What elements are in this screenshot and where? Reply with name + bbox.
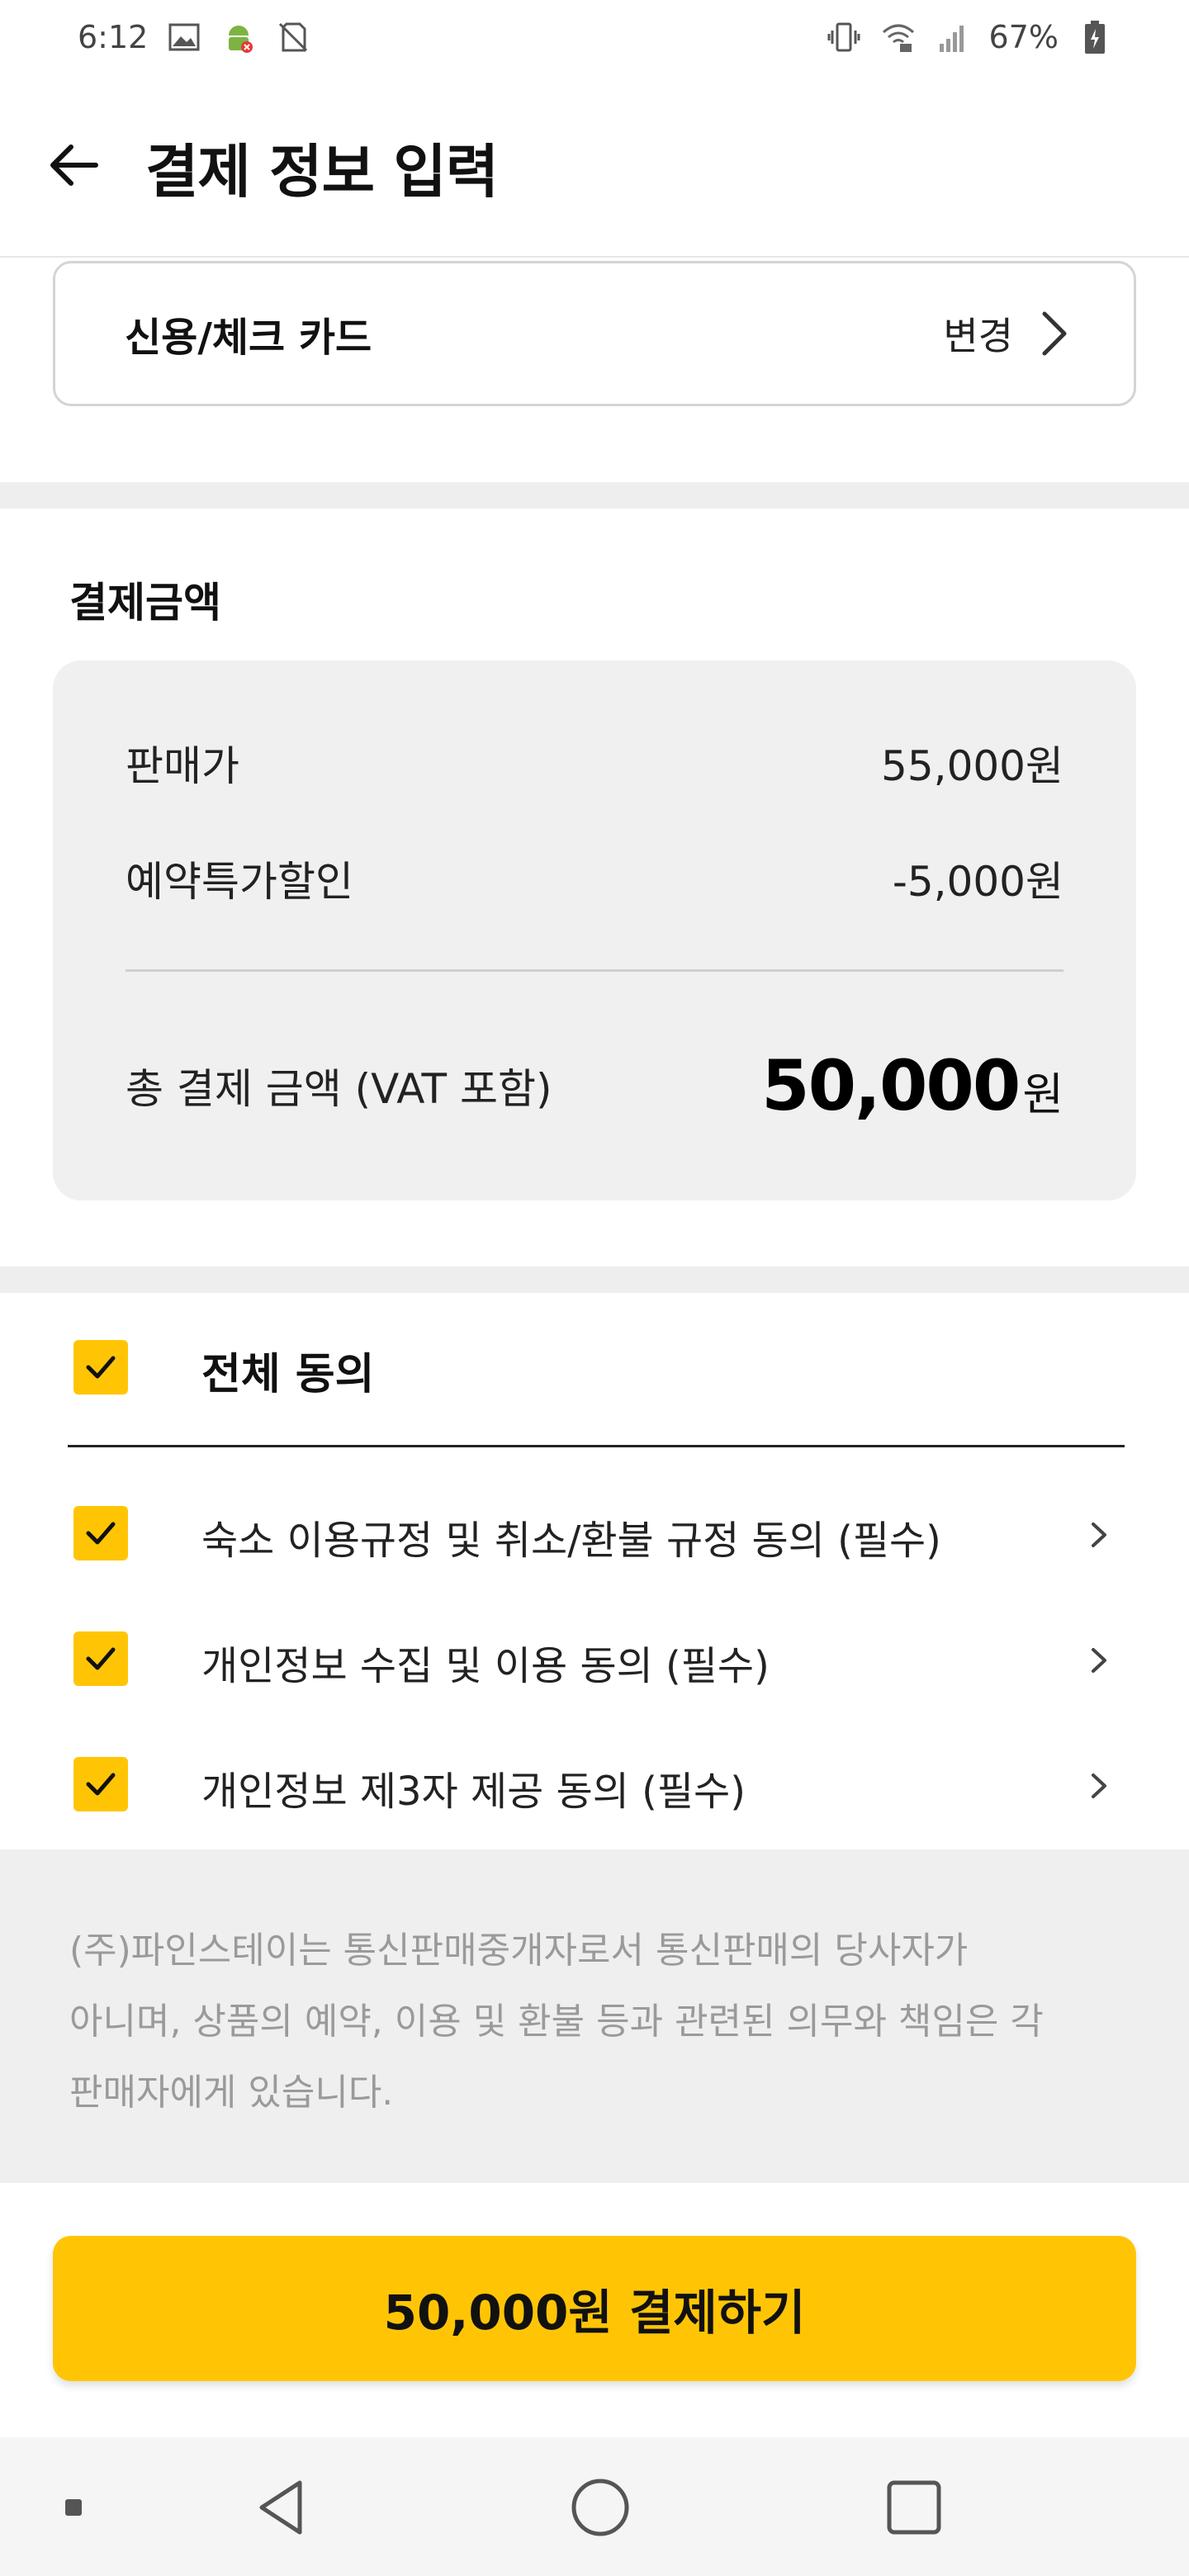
change-payment-button[interactable]: 변경: [943, 306, 1071, 361]
section-divider: [0, 1267, 1189, 1293]
payment-method-name: 신용/체크 카드: [125, 315, 372, 361]
agreement-checkbox[interactable]: [73, 1631, 128, 1686]
system-nav-bar: [0, 2437, 1189, 2576]
pay-button[interactable]: 50,000원 결제하기: [53, 2236, 1136, 2381]
status-left: 6:12: [78, 19, 311, 55]
change-label: 변경: [943, 314, 1013, 358]
menu-dot-icon: [65, 2499, 82, 2516]
price-value: 55,000원: [881, 742, 1063, 790]
no-sim-icon: [275, 19, 311, 55]
total-value: 50,000 원: [761, 1045, 1063, 1126]
discount-value: -5,000원: [892, 858, 1063, 906]
nav-back-button[interactable]: [246, 2470, 320, 2545]
image-icon: [166, 19, 202, 55]
total-unit: 원: [1022, 1068, 1063, 1120]
agreement-checkbox[interactable]: [73, 1506, 128, 1560]
chevron-right-icon: [1042, 311, 1067, 356]
page-title: 결제 정보 입력: [145, 138, 499, 206]
amount-row: 예약특가할인 -5,000원: [126, 849, 1063, 908]
chevron-right-icon[interactable]: [1082, 1765, 1115, 1807]
notice-line: 판매자에게 있습니다.: [69, 2072, 394, 2114]
discount-label: 예약특가할인: [126, 858, 353, 906]
agree-all-label[interactable]: 전체 동의: [201, 1339, 374, 1401]
chevron-right-icon[interactable]: [1082, 1514, 1115, 1556]
notice-line: 아니며, 상품의 예약, 이용 및 환불 등과 관련된 의무와 책임은 각: [69, 2001, 1044, 2043]
battery-percent: 67%: [988, 19, 1059, 55]
back-triangle-icon: [259, 2480, 302, 2535]
nav-recents-button[interactable]: [877, 2470, 951, 2545]
agree-all-checkbox[interactable]: [73, 1340, 128, 1395]
home-circle-icon: [571, 2479, 629, 2536]
agreement-label: 개인정보 제3자 제공 동의 (필수): [201, 1769, 746, 1815]
recents-square-icon: [887, 2480, 941, 2535]
notice-text: (주)파인스테이는 통신판매중개자로서 통신판매의 당사자가 아니며, 상품의 …: [69, 1915, 1126, 2129]
app-header: 결제 정보 입력: [0, 74, 1189, 258]
arrow-left-icon: [50, 144, 98, 186]
status-time: 6:12: [78, 19, 149, 55]
wifi-icon: [880, 19, 917, 55]
status-right: 67%: [826, 19, 1113, 55]
nav-home-button[interactable]: [563, 2470, 637, 2545]
checkmark-icon: [86, 1522, 116, 1545]
chevron-right-icon[interactable]: [1082, 1640, 1115, 1681]
checkmark-icon: [86, 1773, 116, 1796]
total-label: 총 결제 금액 (VAT 포함): [126, 1065, 552, 1113]
total-row: 총 결제 금액 (VAT 포함) 50,000 원: [126, 1045, 1063, 1126]
vibrate-icon: [826, 19, 862, 55]
total-number: 50,000: [761, 1045, 1021, 1126]
notice-line: (주)파인스테이는 통신판매중개자로서 통신판매의 당사자가: [69, 1930, 969, 1972]
checkmark-icon: [86, 1356, 116, 1379]
agree-divider: [68, 1445, 1125, 1447]
agreement-label: 개인정보 수집 및 이용 동의 (필수): [201, 1643, 770, 1689]
status-bar: 6:12 67%: [0, 0, 1189, 74]
legal-notice: (주)파인스테이는 통신판매중개자로서 통신판매의 당사자가 아니며, 상품의 …: [0, 1849, 1189, 2183]
signal-icon: [935, 19, 971, 55]
android-debug-icon: [220, 19, 257, 55]
amount-section-title: 결제금액: [69, 579, 221, 627]
agreement-checkbox[interactable]: [73, 1757, 128, 1811]
agreement-item[interactable]: 개인정보 제3자 제공 동의 (필수): [0, 1737, 1189, 1836]
payment-method-selector[interactable]: 신용/체크 카드 변경: [53, 261, 1136, 406]
amount-divider: [126, 969, 1063, 972]
amount-card: 판매가 55,000원 예약특가할인 -5,000원 총 결제 금액 (VAT …: [53, 661, 1136, 1200]
menu-dot-button[interactable]: [36, 2470, 111, 2545]
checkmark-icon: [86, 1647, 116, 1670]
section-divider: [0, 482, 1189, 509]
agreement-item[interactable]: 숙소 이용규정 및 취소/환불 규정 동의 (필수): [0, 1486, 1189, 1585]
back-button[interactable]: [41, 132, 107, 198]
amount-row: 판매가 55,000원: [126, 733, 1063, 793]
agreement-item[interactable]: 개인정보 수집 및 이용 동의 (필수): [0, 1612, 1189, 1711]
agreement-label: 숙소 이용규정 및 취소/환불 규정 동의 (필수): [201, 1518, 941, 1564]
battery-icon: [1077, 19, 1113, 55]
price-label: 판매가: [126, 742, 239, 790]
